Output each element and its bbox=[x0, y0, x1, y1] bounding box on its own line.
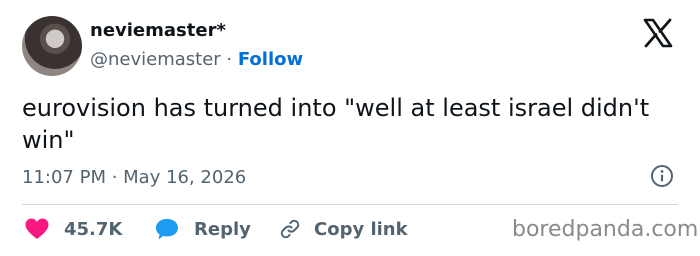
info-icon[interactable] bbox=[650, 164, 674, 188]
divider bbox=[22, 204, 678, 205]
heart-icon bbox=[24, 217, 50, 241]
x-logo-icon[interactable] bbox=[641, 16, 675, 50]
handle-separator: · bbox=[220, 49, 238, 70]
avatar[interactable] bbox=[22, 16, 82, 76]
tweet-timestamp[interactable]: 11:07 PM · May 16, 2026 bbox=[22, 164, 246, 192]
author-handle[interactable]: @neviemaster bbox=[90, 49, 221, 70]
like-button[interactable]: 45.7K bbox=[24, 212, 122, 246]
copy-link-button[interactable]: Copy link bbox=[278, 212, 408, 246]
author-handle-row: @neviemaster · Follow bbox=[90, 47, 303, 73]
reply-button[interactable]: Reply bbox=[154, 212, 251, 246]
reply-bubble-icon bbox=[154, 217, 180, 241]
copy-link-label: Copy link bbox=[314, 218, 408, 240]
link-icon bbox=[278, 217, 302, 241]
watermark: boredpanda.com bbox=[512, 217, 699, 242]
follow-button[interactable]: Follow bbox=[238, 49, 303, 70]
tweet-text: eurovision has turned into "well at leas… bbox=[22, 94, 650, 154]
author-display-name[interactable]: neviemaster* bbox=[90, 18, 226, 44]
likes-count: 45.7K bbox=[64, 218, 123, 240]
reply-label: Reply bbox=[194, 218, 251, 240]
